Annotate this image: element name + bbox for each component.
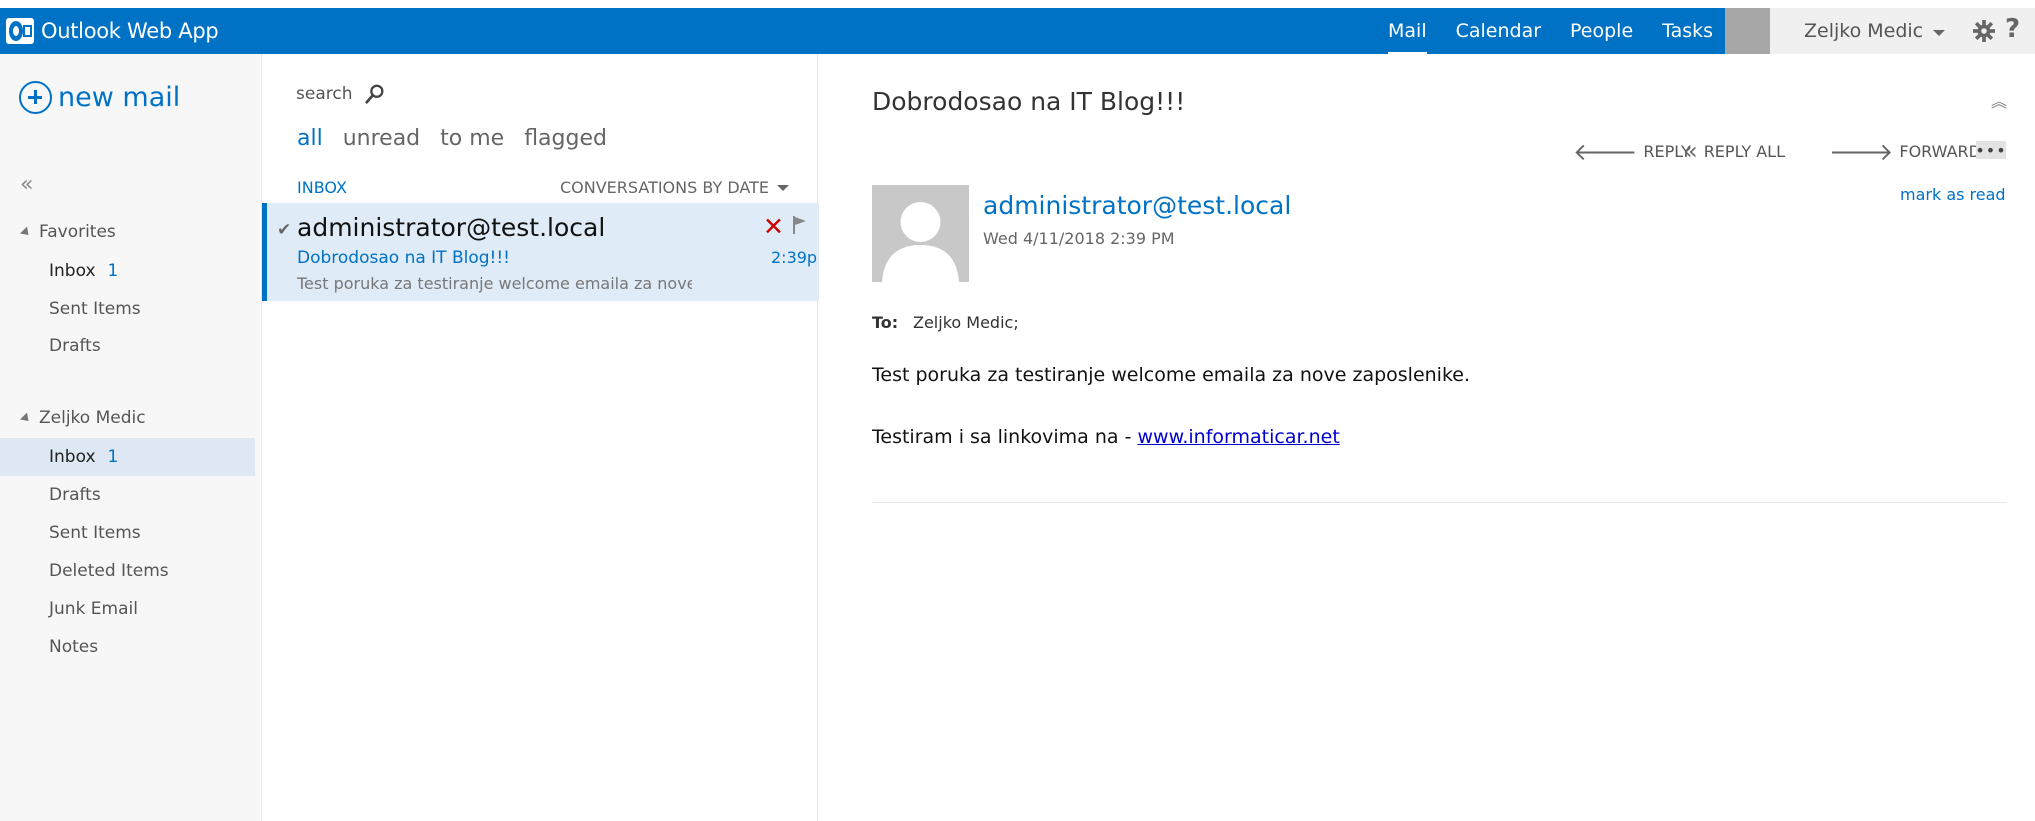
folder-label: Notes (49, 637, 99, 657)
folder-pane: new mail « Favorites Inbox 1 Sent Items … (0, 54, 260, 821)
favorites-label: Favorites (39, 222, 116, 242)
unread-count: 1 (107, 447, 119, 467)
folder-drafts[interactable]: Drafts (0, 476, 255, 514)
reply-all-arrow-icon: « (1683, 137, 1698, 165)
folder-deleted-items[interactable]: Deleted Items (0, 552, 255, 590)
favorite-sent-items[interactable]: Sent Items (0, 290, 255, 328)
filter-to-me[interactable]: to me (440, 126, 504, 151)
reading-date: Wed 4/11/2018 2:39 PM (983, 229, 1175, 248)
avatar (872, 185, 969, 282)
search-placeholder: search (296, 84, 353, 104)
folder-label: Drafts (49, 336, 101, 356)
person-silhouette-icon (872, 185, 969, 282)
nav-tasks[interactable]: Tasks (1662, 20, 1713, 42)
browser-strip (0, 0, 2035, 8)
divider (872, 502, 2007, 503)
account-header[interactable]: Zeljko Medic (19, 408, 146, 428)
outlook-logo-icon (6, 18, 34, 44)
checkmark-icon[interactable]: ✔ (277, 220, 291, 240)
folder-notes[interactable]: Notes (0, 628, 255, 666)
message-sender: administrator@test.local (297, 213, 606, 242)
new-mail-button[interactable]: new mail (19, 81, 180, 114)
body-line-2: Testiram i sa linkovima na - www.informa… (872, 426, 1340, 448)
unread-count: 1 (107, 261, 119, 281)
folder-label: Sent Items (49, 299, 141, 319)
nav-mail[interactable]: Mail (1388, 20, 1427, 55)
filter-unread[interactable]: unread (343, 126, 420, 151)
more-actions-icon[interactable]: ••• (1975, 141, 2006, 160)
folder-label: Sent Items (49, 523, 141, 543)
reply-button[interactable]: 🡐 REPLY (1573, 137, 1691, 166)
filter-bar: all unread to me flagged (297, 126, 627, 151)
favorite-inbox[interactable]: Inbox 1 (0, 252, 255, 290)
mark-as-read-link[interactable]: mark as read (1900, 185, 2006, 204)
search-input[interactable]: search (296, 83, 386, 105)
new-mail-label: new mail (58, 82, 181, 113)
reply-arrow-icon: 🡐 (1573, 138, 1638, 166)
filter-all[interactable]: all (297, 126, 323, 151)
collapse-up-icon[interactable]: ︽ (1991, 88, 2007, 112)
reading-pane: Dobrodosao na IT Blog!!! ︽ 🡐 REPLY « REP… (819, 54, 2035, 821)
plus-circle-icon (19, 81, 52, 114)
app-title: Outlook Web App (41, 19, 219, 43)
message-list-pane: search all unread to me flagged INBOX CO… (261, 54, 819, 821)
chevron-down-icon (1933, 29, 1946, 36)
folder-label: Deleted Items (49, 561, 169, 581)
main-nav: Mail Calendar People Tasks (1388, 8, 1742, 55)
body-link[interactable]: www.informaticar.net (1137, 426, 1339, 448)
reading-subject: Dobrodosao na IT Blog!!! (872, 87, 1186, 116)
expand-triangle-icon (19, 225, 33, 239)
message-time: 2:39p (771, 248, 818, 267)
reading-sender[interactable]: administrator@test.local (983, 191, 1291, 220)
favorites-header[interactable]: Favorites (19, 222, 116, 242)
forward-button[interactable]: 🡒 FORWARD (1829, 137, 1981, 166)
reply-all-button[interactable]: « REPLY ALL (1683, 137, 1785, 165)
message-preview: Test poruka za testiranje welcome emaila… (297, 274, 692, 293)
search-icon[interactable] (364, 83, 386, 105)
nav-divider-block (1725, 8, 1770, 54)
folder-junk-email[interactable]: Junk Email (0, 590, 255, 628)
folder-heading: INBOX (297, 178, 347, 197)
forward-label: FORWARD (1899, 142, 1981, 161)
expand-triangle-icon (19, 411, 33, 425)
body-line-1: Test poruka za testiranje welcome emaila… (872, 364, 1471, 386)
to-recipient[interactable]: Zeljko Medic; (913, 313, 1019, 332)
folder-label: Inbox (49, 261, 96, 281)
folder-label: Drafts (49, 485, 101, 505)
body-line-2-text: Testiram i sa linkovima na - (872, 426, 1138, 448)
folder-label: Junk Email (49, 599, 138, 619)
reply-all-label: REPLY ALL (1703, 141, 1785, 161)
account-label: Zeljko Medic (39, 408, 146, 428)
nav-people[interactable]: People (1570, 20, 1633, 42)
chevron-down-icon (776, 184, 789, 191)
message-list-item[interactable]: ✔ administrator@test.local Dobrodosao na… (262, 203, 819, 301)
top-bar: Outlook Web App Mail Calendar People Tas… (0, 8, 2035, 55)
favorite-drafts[interactable]: Drafts (0, 327, 255, 365)
forward-arrow-icon: 🡒 (1829, 138, 1894, 166)
delete-icon[interactable]: ✕ (763, 212, 784, 241)
collapse-pane-icon[interactable]: « (20, 172, 33, 197)
help-icon[interactable]: ? (2005, 14, 2020, 44)
flag-icon[interactable] (792, 215, 808, 235)
user-name: Zeljko Medic (1804, 20, 1924, 42)
folder-label: Inbox (49, 447, 96, 467)
folder-sent-items[interactable]: Sent Items (0, 514, 255, 552)
gear-icon[interactable] (1973, 20, 1995, 42)
nav-calendar[interactable]: Calendar (1456, 20, 1541, 42)
to-label: To: (872, 313, 899, 332)
sort-dropdown[interactable]: CONVERSATIONS BY DATE (560, 178, 789, 197)
filter-flagged[interactable]: flagged (524, 126, 607, 151)
user-menu[interactable]: Zeljko Medic (1770, 8, 2035, 54)
message-subject: Dobrodosao na IT Blog!!! (297, 248, 510, 268)
sort-label: CONVERSATIONS BY DATE (560, 178, 769, 197)
folder-inbox[interactable]: Inbox 1 (0, 438, 255, 476)
app-brand[interactable]: Outlook Web App (6, 17, 219, 45)
